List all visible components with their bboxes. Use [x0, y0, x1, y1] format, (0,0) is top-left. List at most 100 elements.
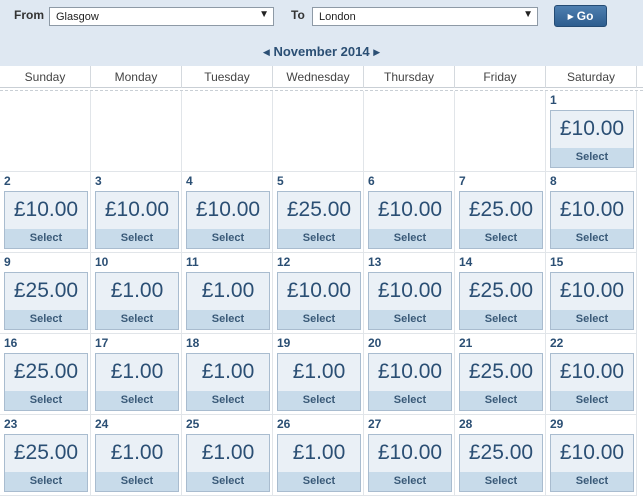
select-fare-button[interactable]: Select: [187, 310, 269, 329]
select-fare-button[interactable]: Select: [369, 391, 451, 410]
select-fare-button[interactable]: Select: [551, 229, 633, 248]
fare-option[interactable]: £1.00 Select: [277, 434, 361, 492]
fare-price: £25.00: [468, 198, 534, 221]
select-fare-button[interactable]: Select: [278, 472, 360, 491]
day-cell: 16 £25.00 Select: [0, 334, 91, 415]
select-fare-button[interactable]: Select: [96, 310, 178, 329]
select-fare-button[interactable]: Select: [551, 391, 633, 410]
fare-option[interactable]: £1.00 Select: [186, 272, 270, 330]
select-fare-button[interactable]: Select: [460, 229, 542, 248]
fare-option[interactable]: £10.00 Select: [4, 191, 88, 249]
select-fare-button[interactable]: Select: [551, 148, 633, 167]
day-cell: 19 £1.00 Select: [273, 334, 364, 415]
select-fare-button[interactable]: Select: [278, 391, 360, 410]
select-fare-button[interactable]: Select: [369, 310, 451, 329]
to-select[interactable]: London ▼: [312, 7, 538, 26]
day-cell: 25 £1.00 Select: [182, 415, 273, 496]
day-cell: 29 £10.00 Select: [546, 415, 637, 496]
day-cell: 8 £10.00 Select: [546, 172, 637, 253]
fare-option[interactable]: £10.00 Select: [277, 272, 361, 330]
select-fare-button[interactable]: Select: [278, 310, 360, 329]
fare-option[interactable]: £10.00 Select: [368, 353, 452, 411]
fare-option[interactable]: £25.00 Select: [459, 434, 543, 492]
fare-option[interactable]: £10.00 Select: [368, 272, 452, 330]
fare-option[interactable]: £10.00 Select: [550, 434, 634, 492]
fare-option[interactable]: £25.00 Select: [4, 434, 88, 492]
day-cell: 15 £10.00 Select: [546, 253, 637, 334]
day-number: 24: [95, 417, 109, 431]
fare-option[interactable]: £1.00 Select: [186, 353, 270, 411]
next-month-icon[interactable]: ▶: [373, 47, 380, 57]
fare-option[interactable]: £10.00 Select: [550, 353, 634, 411]
select-fare-button[interactable]: Select: [96, 229, 178, 248]
day-cell: 20 £10.00 Select: [364, 334, 455, 415]
select-fare-button[interactable]: Select: [551, 472, 633, 491]
empty-day-cell: [91, 91, 182, 172]
from-select[interactable]: Glasgow ▼: [49, 7, 274, 26]
day-cell: 6 £10.00 Select: [364, 172, 455, 253]
fare-option[interactable]: £10.00 Select: [550, 110, 634, 168]
select-fare-button[interactable]: Select: [96, 472, 178, 491]
empty-day-cell: [0, 91, 91, 172]
chevron-down-icon: ▼: [523, 9, 533, 20]
day-cell: 14 £25.00 Select: [455, 253, 546, 334]
select-fare-button[interactable]: Select: [5, 310, 87, 329]
fare-price: £10.00: [13, 198, 79, 221]
select-fare-button[interactable]: Select: [187, 229, 269, 248]
day-number: 29: [550, 417, 564, 431]
fare-option[interactable]: £25.00 Select: [459, 353, 543, 411]
fare-price: £1.00: [201, 441, 255, 464]
day-number: 12: [277, 255, 291, 269]
select-fare-button[interactable]: Select: [460, 391, 542, 410]
select-fare-button[interactable]: Select: [5, 391, 87, 410]
day-cell: 3 £10.00 Select: [91, 172, 182, 253]
select-fare-button[interactable]: Select: [278, 229, 360, 248]
day-number: 1: [550, 93, 557, 107]
day-cell: 28 £25.00 Select: [455, 415, 546, 496]
fare-option[interactable]: £1.00 Select: [95, 434, 179, 492]
day-cell: 22 £10.00 Select: [546, 334, 637, 415]
day-number: 20: [368, 336, 382, 350]
prev-month-icon[interactable]: ◀: [263, 47, 270, 57]
fare-option[interactable]: £10.00 Select: [368, 191, 452, 249]
fare-option[interactable]: £25.00 Select: [459, 272, 543, 330]
go-button[interactable]: ▶ Go: [554, 5, 607, 27]
fare-price: £1.00: [110, 279, 164, 302]
fare-option[interactable]: £10.00 Select: [550, 191, 634, 249]
fare-price: £10.00: [377, 441, 443, 464]
day-cell: 17 £1.00 Select: [91, 334, 182, 415]
fare-option[interactable]: £10.00 Select: [186, 191, 270, 249]
day-cell: 10 £1.00 Select: [91, 253, 182, 334]
select-fare-button[interactable]: Select: [460, 310, 542, 329]
fare-option[interactable]: £1.00 Select: [95, 272, 179, 330]
fare-option[interactable]: £1.00 Select: [95, 353, 179, 411]
fare-option[interactable]: £10.00 Select: [95, 191, 179, 249]
day-cell: 26 £1.00 Select: [273, 415, 364, 496]
fare-option[interactable]: £25.00 Select: [277, 191, 361, 249]
day-number: 2: [4, 174, 11, 188]
select-fare-button[interactable]: Select: [369, 472, 451, 491]
fare-option[interactable]: £10.00 Select: [368, 434, 452, 492]
fare-option[interactable]: £25.00 Select: [459, 191, 543, 249]
play-icon: ▶: [567, 12, 574, 21]
from-select-value: Glasgow: [56, 11, 99, 23]
day-cell: 24 £1.00 Select: [91, 415, 182, 496]
fare-option[interactable]: £10.00 Select: [550, 272, 634, 330]
select-fare-button[interactable]: Select: [5, 472, 87, 491]
select-fare-button[interactable]: Select: [96, 391, 178, 410]
day-number: 7: [459, 174, 466, 188]
select-fare-button[interactable]: Select: [460, 472, 542, 491]
fare-price: £1.00: [110, 360, 164, 383]
select-fare-button[interactable]: Select: [5, 229, 87, 248]
weekday-header-cell: Tuesday: [182, 66, 273, 88]
fare-option[interactable]: £1.00 Select: [186, 434, 270, 492]
empty-day-cell: [273, 91, 364, 172]
fare-option[interactable]: £1.00 Select: [277, 353, 361, 411]
select-fare-button[interactable]: Select: [551, 310, 633, 329]
select-fare-button[interactable]: Select: [187, 472, 269, 491]
select-fare-button[interactable]: Select: [369, 229, 451, 248]
fare-option[interactable]: £25.00 Select: [4, 353, 88, 411]
go-button-label: Go: [576, 9, 594, 23]
select-fare-button[interactable]: Select: [187, 391, 269, 410]
fare-option[interactable]: £25.00 Select: [4, 272, 88, 330]
